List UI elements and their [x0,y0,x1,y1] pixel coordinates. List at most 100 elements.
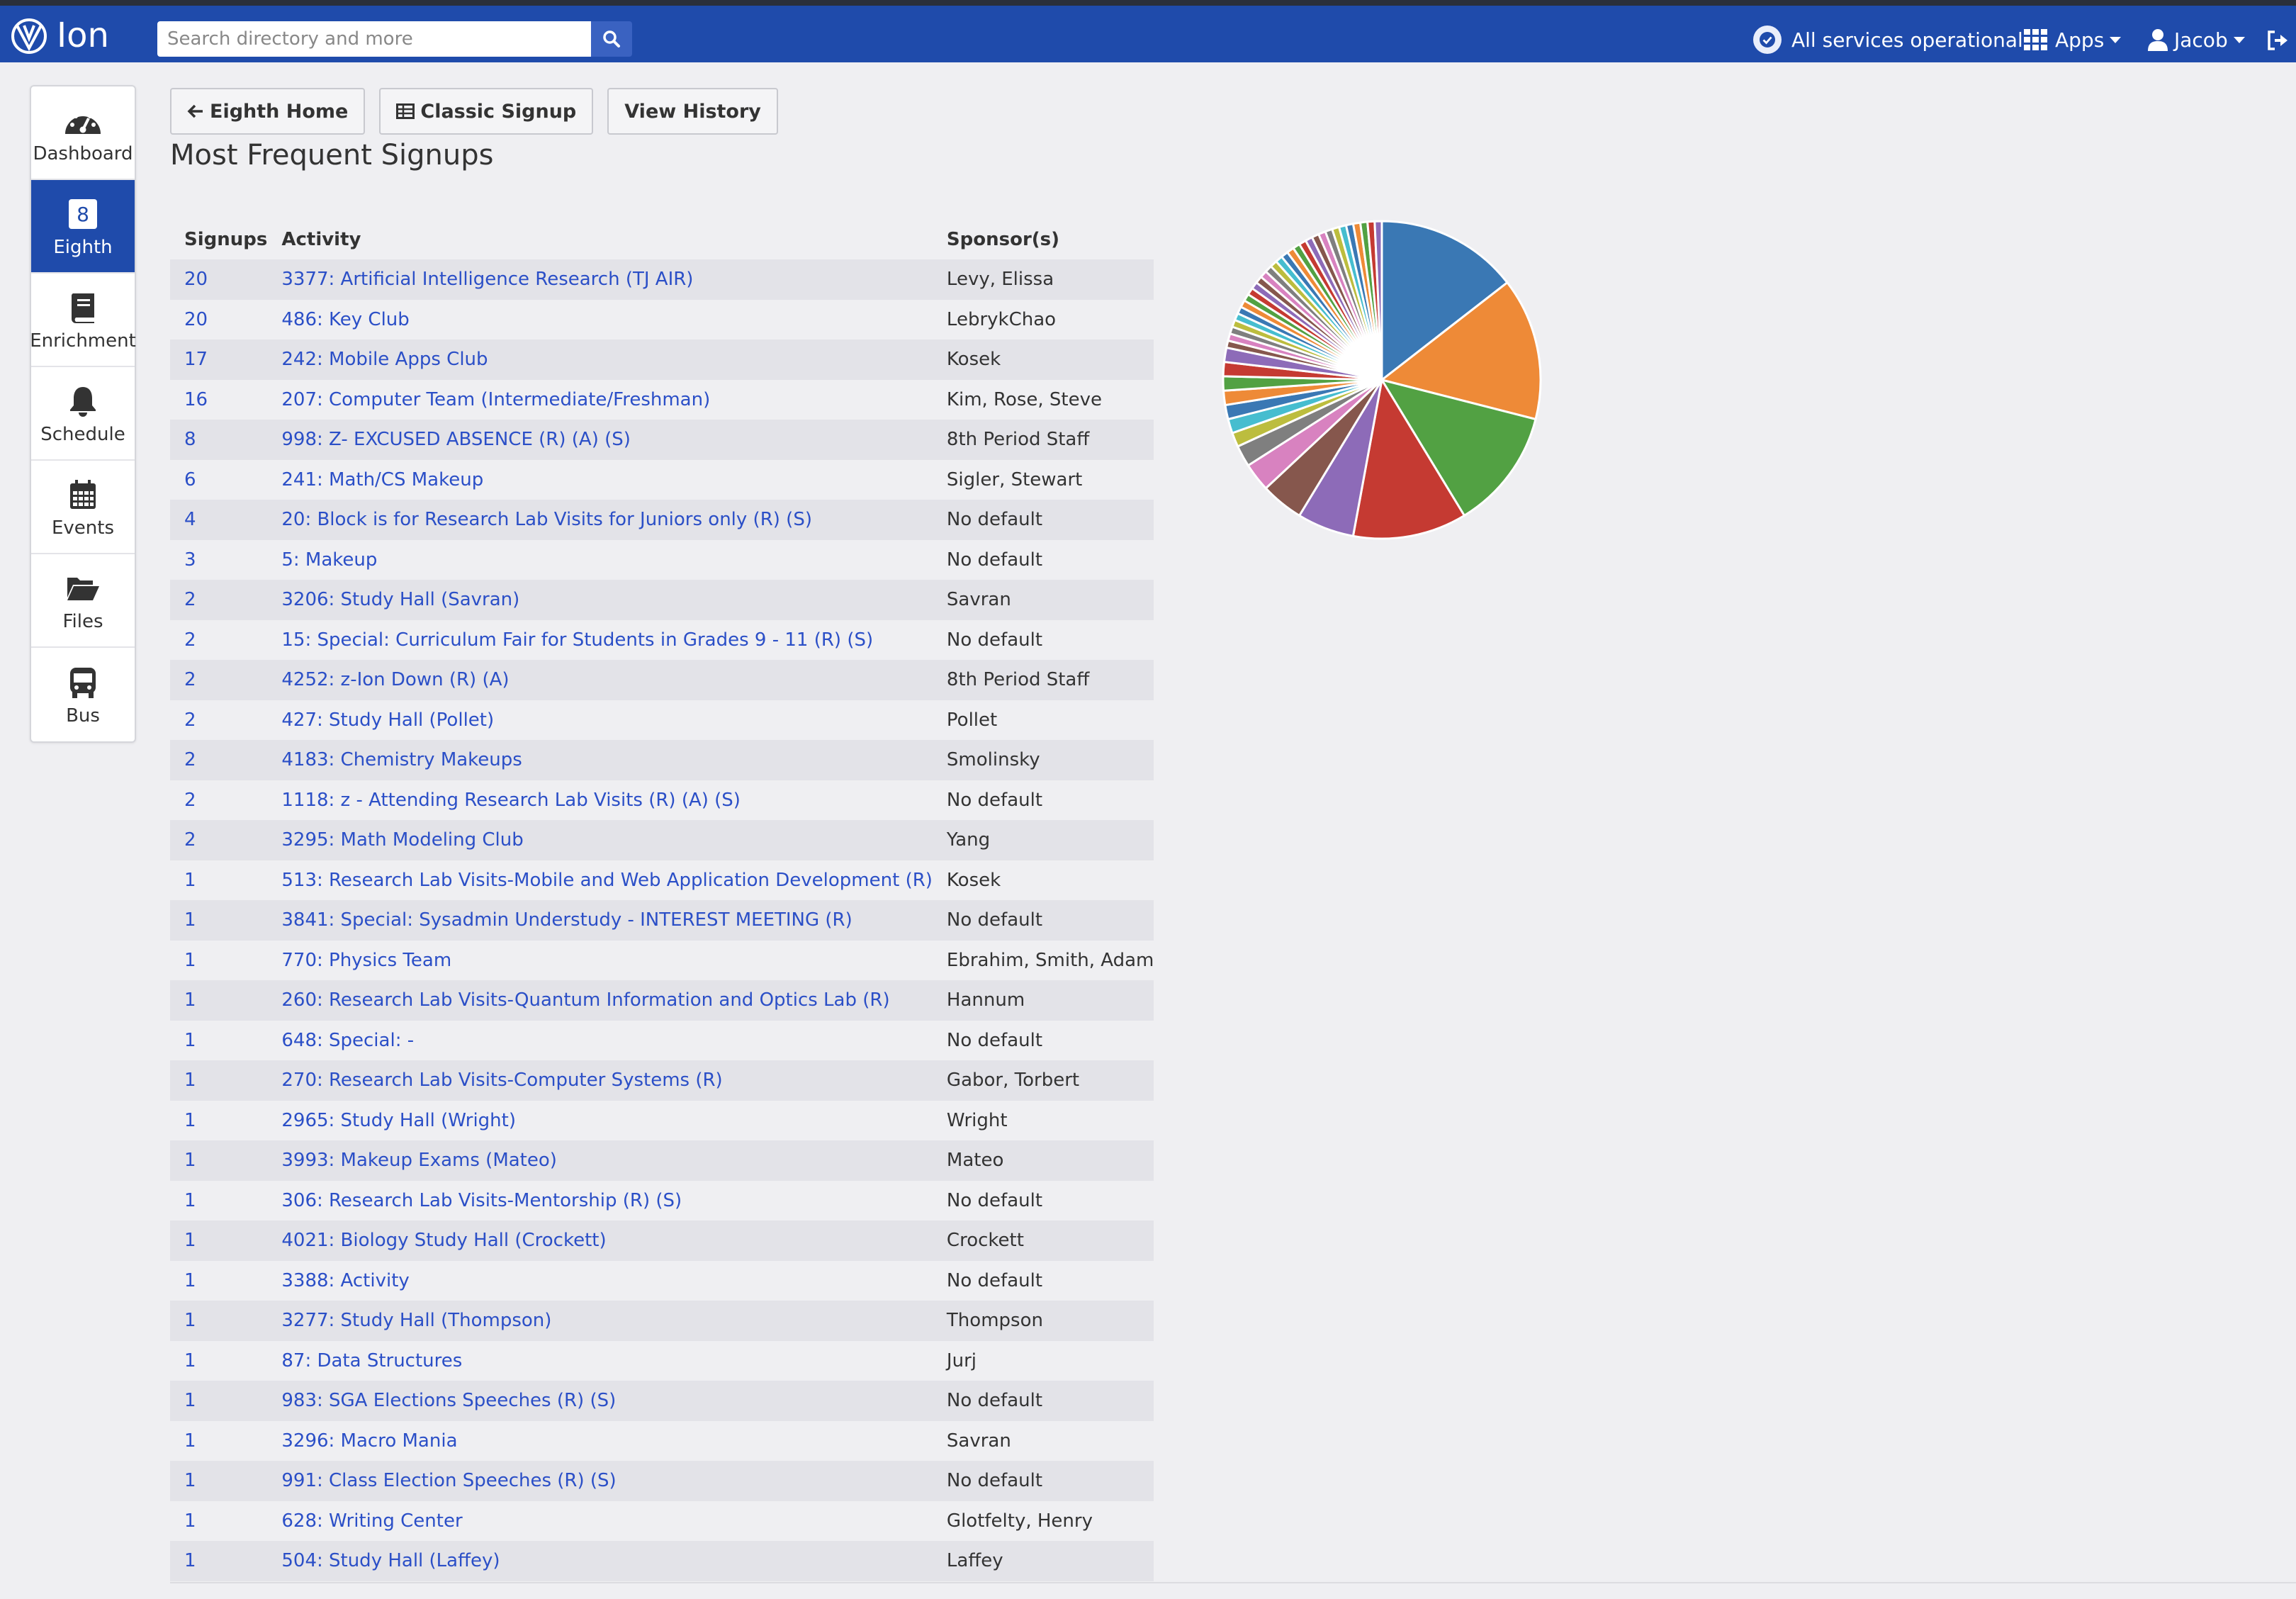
signup-count-link[interactable]: 2 [184,749,196,770]
signups-cell: 1 [170,1461,268,1501]
activity-link[interactable]: 3388: Activity [281,1270,409,1291]
eighth-home-button[interactable]: Eighth Home [170,88,366,135]
signups-cell: 1 [170,1100,268,1140]
activity-link[interactable]: 4183: Chemistry Makeups [281,749,522,770]
sidebar-item-schedule[interactable]: Schedule [31,367,135,461]
signup-count-link[interactable]: 1 [184,1190,196,1211]
sponsor-cell: Savran [932,580,1154,620]
activity-link[interactable]: 3296: Macro Mania [281,1430,457,1452]
sponsor-cell: No default [932,780,1154,820]
service-status[interactable]: All services operational [1753,24,2023,55]
signup-count-link[interactable]: 1 [184,1110,196,1131]
signup-count-link[interactable]: 1 [184,989,196,1011]
user-menu[interactable]: Jacob [2147,24,2245,55]
activity-link[interactable]: 15: Special: Curriculum Fair for Student… [281,629,873,651]
column-header-sponsors[interactable]: Sponsor(s) [933,220,1154,259]
signup-count-link[interactable]: 2 [184,669,196,690]
activity-link[interactable]: 3277: Study Hall (Thompson) [281,1310,551,1331]
activity-link[interactable]: 991: Class Election Speeches (R) (S) [281,1470,616,1491]
activity-link[interactable]: 3295: Math Modeling Club [281,829,523,851]
signup-count-link[interactable]: 6 [184,469,196,490]
search-input[interactable] [157,21,591,57]
sidebar-item-events[interactable]: Events [31,461,135,554]
activity-link[interactable]: 20: Block is for Research Lab Visits for… [281,509,812,530]
signup-count-link[interactable]: 1 [184,1310,196,1331]
sidebar-item-bus[interactable]: Bus [31,648,135,741]
column-header-signups[interactable]: Signups [170,220,267,259]
activity-link[interactable]: 998: Z- EXCUSED ABSENCE (R) (A) (S) [281,429,631,450]
activity-link[interactable]: 242: Mobile Apps Club [281,349,488,370]
activity-link[interactable]: 5: Makeup [281,549,377,571]
logout-icon[interactable] [2266,30,2290,51]
activity-link[interactable]: 207: Computer Team (Intermediate/Freshma… [281,389,710,410]
activity-link[interactable]: 513: Research Lab Visits-Mobile and Web … [281,870,933,891]
signup-count-link[interactable]: 1 [184,1150,196,1171]
activity-link[interactable]: 504: Study Hall (Laffey) [281,1550,500,1571]
activity-link[interactable]: 770: Physics Team [281,950,451,971]
signup-count-link[interactable]: 3 [184,549,196,571]
signup-count-link[interactable]: 1 [184,1030,196,1051]
activity-cell: 5: Makeup [267,539,933,580]
signup-count-link[interactable]: 1 [184,1270,196,1291]
signup-count-link[interactable]: 17 [184,349,208,370]
sidebar-item-enrichment[interactable]: Enrichment [30,274,136,367]
signup-count-link[interactable]: 1 [184,1550,196,1571]
signup-count-link[interactable]: 16 [184,389,208,410]
sponsor-cell: Smolinsky [932,740,1154,780]
column-header-activity[interactable]: Activity [267,220,933,259]
activity-link[interactable]: 486: Key Club [281,309,409,330]
activity-link[interactable]: 1118: z - Attending Research Lab Visits … [281,790,741,811]
activity-link[interactable]: 2965: Study Hall (Wright) [281,1110,516,1131]
signup-count-link[interactable]: 1 [184,1350,196,1371]
sponsor-cell: Ebrahim, Smith, Adam [932,940,1154,980]
activity-link[interactable]: 3377: Artificial Intelligence Research (… [281,269,693,290]
classic-signup-button[interactable]: Classic Signup [379,88,594,135]
activity-link[interactable]: 87: Data Structures [281,1350,462,1371]
activity-link[interactable]: 628: Writing Center [281,1510,462,1532]
activity-link[interactable]: 4252: z-Ion Down (R) (A) [281,669,509,690]
activity-link[interactable]: 427: Study Hall (Pollet) [281,709,494,731]
activity-link[interactable]: 260: Research Lab Visits-Quantum Informa… [281,989,889,1011]
signup-count-link[interactable]: 1 [184,1070,196,1091]
signup-count-link[interactable]: 1 [184,950,196,971]
sidebar-item-files[interactable]: Files [31,554,135,648]
app-name[interactable]: Ion [57,13,109,58]
sidebar-item-dashboard[interactable]: Dashboard [31,86,135,180]
activity-link[interactable]: 983: SGA Elections Speeches (R) (S) [281,1390,616,1411]
signup-count-link[interactable]: 1 [184,870,196,891]
signup-count-link[interactable]: 8 [184,429,196,450]
activity-link[interactable]: 241: Math/CS Makeup [281,469,483,490]
activity-link[interactable]: 3206: Study Hall (Savran) [281,589,519,610]
apps-menu[interactable]: Apps [2024,24,2122,55]
activity-link[interactable]: 3993: Makeup Exams (Mateo) [281,1150,557,1171]
signup-count-link[interactable]: 2 [184,829,196,851]
signup-count-link[interactable]: 1 [184,1430,196,1452]
signup-count-link[interactable]: 2 [184,629,196,651]
signup-count-link[interactable]: 2 [184,709,196,731]
signup-count-link[interactable]: 2 [184,589,196,610]
activity-link[interactable]: 306: Research Lab Visits-Mentorship (R) … [281,1190,682,1211]
signups-cell: 3 [170,539,268,580]
activity-link[interactable]: 648: Special: - [281,1030,414,1051]
signup-count-link[interactable]: 2 [184,790,196,811]
activity-link[interactable]: 270: Research Lab Visits-Computer System… [281,1070,722,1091]
table-row: 1 87: Data Structures Jurj [170,1340,1154,1381]
signup-count-link[interactable]: 1 [184,1230,196,1251]
view-history-button[interactable]: View History [607,88,778,135]
signups-cell: 1 [170,980,268,1021]
ion-logo-icon[interactable] [10,17,48,55]
sidebar-item-eighth[interactable]: 8 Eighth [31,180,135,274]
signup-count-link[interactable]: 20 [184,269,208,290]
signup-count-link[interactable]: 1 [184,1510,196,1532]
signup-count-link[interactable]: 1 [184,909,196,931]
signup-count-link[interactable]: 4 [184,509,196,530]
activity-link[interactable]: 3841: Special: Sysadmin Understudy - INT… [281,909,852,931]
sponsor-cell: No default [932,1461,1154,1501]
search-button[interactable] [591,21,632,57]
signups-cell: 8 [170,420,268,460]
signup-count-link[interactable]: 1 [184,1390,196,1411]
signup-count-link[interactable]: 20 [184,309,208,330]
activity-link[interactable]: 4021: Biology Study Hall (Crockett) [281,1230,606,1251]
calendar-icon [70,480,96,509]
signup-count-link[interactable]: 1 [184,1470,196,1491]
